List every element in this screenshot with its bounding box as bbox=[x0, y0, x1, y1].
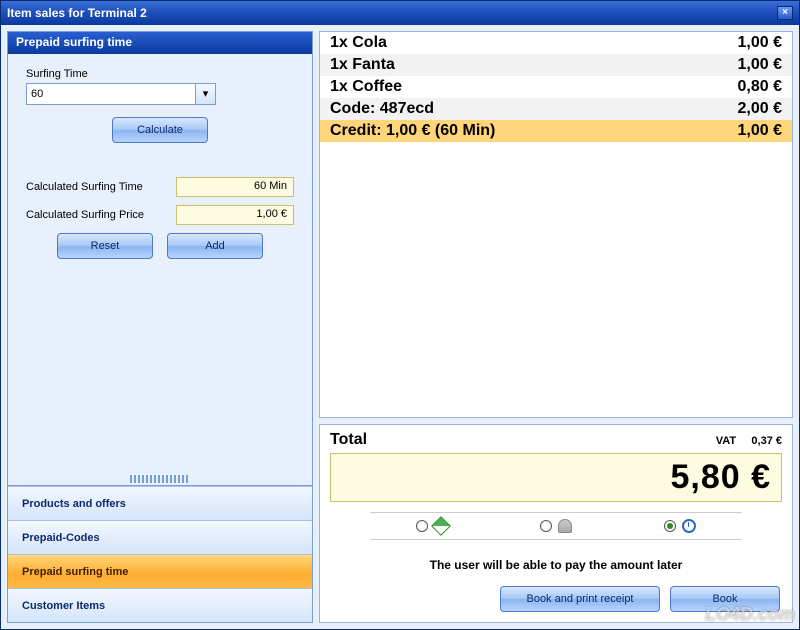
calc-price-label: Calculated Surfing Price bbox=[26, 209, 168, 221]
item-price: 0,80 € bbox=[738, 78, 782, 96]
left-pane: Prepaid surfing time Surfing Time ▾ Calc… bbox=[7, 31, 313, 623]
resize-grip-icon[interactable] bbox=[130, 475, 190, 483]
calc-time-value: 60 Min bbox=[176, 177, 294, 197]
window-body: Prepaid surfing time Surfing Time ▾ Calc… bbox=[1, 25, 799, 629]
item-label: Credit: 1,00 € (60 Min) bbox=[330, 122, 495, 140]
item-label: 1x Coffee bbox=[330, 78, 402, 96]
window: Item sales for Terminal 2 × Prepaid surf… bbox=[0, 0, 800, 630]
panel-body: Surfing Time ▾ Calculate Calculated Surf… bbox=[8, 54, 312, 473]
book-button[interactable]: Book bbox=[670, 586, 780, 612]
surfing-time-label: Surfing Time bbox=[26, 68, 294, 80]
window-title: Item sales for Terminal 2 bbox=[7, 6, 147, 20]
item-label: Code: 487ecd bbox=[330, 100, 434, 118]
item-price: 2,00 € bbox=[738, 100, 782, 118]
item-price: 1,00 € bbox=[738, 122, 782, 140]
radio-icon bbox=[664, 520, 676, 532]
surfing-time-combo[interactable]: ▾ bbox=[26, 83, 216, 105]
accordion: Products and offers Prepaid-Codes Prepai… bbox=[7, 486, 313, 623]
pay-option-cash[interactable] bbox=[416, 519, 448, 533]
payment-message: The user will be able to pay the amount … bbox=[330, 558, 782, 572]
radio-icon bbox=[416, 520, 428, 532]
prepaid-panel: Prepaid surfing time Surfing Time ▾ Calc… bbox=[7, 31, 313, 486]
total-amount: 5,80 € bbox=[330, 453, 782, 502]
accordion-codes[interactable]: Prepaid-Codes bbox=[8, 520, 312, 554]
calc-time-label: Calculated Surfing Time bbox=[26, 181, 168, 193]
item-row[interactable]: 1x Coffee 0,80 € bbox=[320, 76, 792, 98]
item-row[interactable]: 1x Cola 1,00 € bbox=[320, 32, 792, 54]
clock-icon bbox=[682, 519, 696, 533]
payment-options bbox=[370, 512, 742, 540]
titlebar: Item sales for Terminal 2 × bbox=[1, 1, 799, 25]
item-label: 1x Fanta bbox=[330, 56, 395, 74]
book-print-button[interactable]: Book and print receipt bbox=[500, 586, 660, 612]
calc-price-value: 1,00 € bbox=[176, 205, 294, 225]
item-price: 1,00 € bbox=[738, 56, 782, 74]
total-box: Total VAT 0,37 € 5,80 € bbox=[319, 424, 793, 623]
item-row[interactable]: Code: 487ecd 2,00 € bbox=[320, 98, 792, 120]
chevron-down-icon[interactable]: ▾ bbox=[196, 83, 216, 105]
radio-icon bbox=[540, 520, 552, 532]
accordion-customer[interactable]: Customer Items bbox=[8, 588, 312, 622]
item-row[interactable]: Credit: 1,00 € (60 Min) 1,00 € bbox=[320, 120, 792, 142]
pay-option-later[interactable] bbox=[664, 519, 696, 533]
item-label: 1x Cola bbox=[330, 34, 387, 52]
surfing-time-input[interactable] bbox=[26, 83, 196, 105]
items-list: 1x Cola 1,00 € 1x Fanta 1,00 € 1x Coffee 0,80… bbox=[319, 31, 793, 418]
reset-button[interactable]: Reset bbox=[57, 233, 153, 259]
item-row[interactable]: 1x Fanta 1,00 € bbox=[320, 54, 792, 76]
close-icon[interactable]: × bbox=[777, 6, 793, 20]
accordion-surfing[interactable]: Prepaid surfing time bbox=[8, 554, 312, 588]
total-label: Total bbox=[330, 431, 367, 449]
panel-title: Prepaid surfing time bbox=[8, 32, 312, 54]
calculate-button[interactable]: Calculate bbox=[112, 117, 208, 143]
right-pane: 1x Cola 1,00 € 1x Fanta 1,00 € 1x Coffee 0,80… bbox=[319, 31, 793, 623]
user-icon bbox=[558, 519, 572, 533]
vat-value: 0,37 € bbox=[751, 435, 782, 447]
item-price: 1,00 € bbox=[738, 34, 782, 52]
vat-label: VAT bbox=[716, 435, 736, 447]
tag-icon bbox=[431, 516, 451, 536]
accordion-products[interactable]: Products and offers bbox=[8, 486, 312, 520]
add-button[interactable]: Add bbox=[167, 233, 263, 259]
pay-option-user[interactable] bbox=[540, 519, 572, 533]
